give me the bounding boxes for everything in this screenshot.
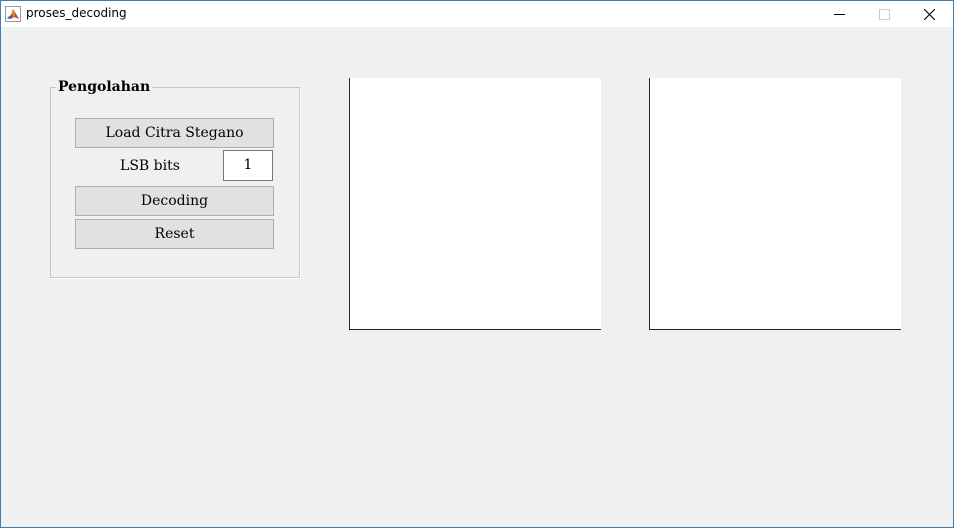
matlab-icon[interactable] xyxy=(5,6,21,22)
maximize-button[interactable] xyxy=(862,1,907,27)
app-window: proses_decoding Pengolahan Load Citra St… xyxy=(0,0,954,528)
maximize-icon xyxy=(879,9,890,20)
minimize-button[interactable] xyxy=(817,1,862,27)
load-image-button[interactable]: Load Citra Stegano xyxy=(75,118,274,148)
figure-client-area: Pengolahan Load Citra Stegano LSB bits 1… xyxy=(1,27,953,527)
window-title: proses_decoding xyxy=(26,6,127,20)
title-bar[interactable]: proses_decoding xyxy=(1,1,953,27)
reset-button[interactable]: Reset xyxy=(75,219,274,249)
processing-panel xyxy=(50,87,300,278)
decoded-image-axes xyxy=(649,78,901,330)
minimize-icon xyxy=(834,14,845,15)
stego-image-axes xyxy=(349,78,601,330)
decoding-button[interactable]: Decoding xyxy=(75,186,274,216)
panel-title: Pengolahan xyxy=(56,79,153,95)
close-icon xyxy=(924,9,935,20)
lsb-bits-input[interactable]: 1 xyxy=(223,150,273,181)
lsb-bits-label: LSB bits xyxy=(120,158,180,174)
close-button[interactable] xyxy=(907,1,952,27)
